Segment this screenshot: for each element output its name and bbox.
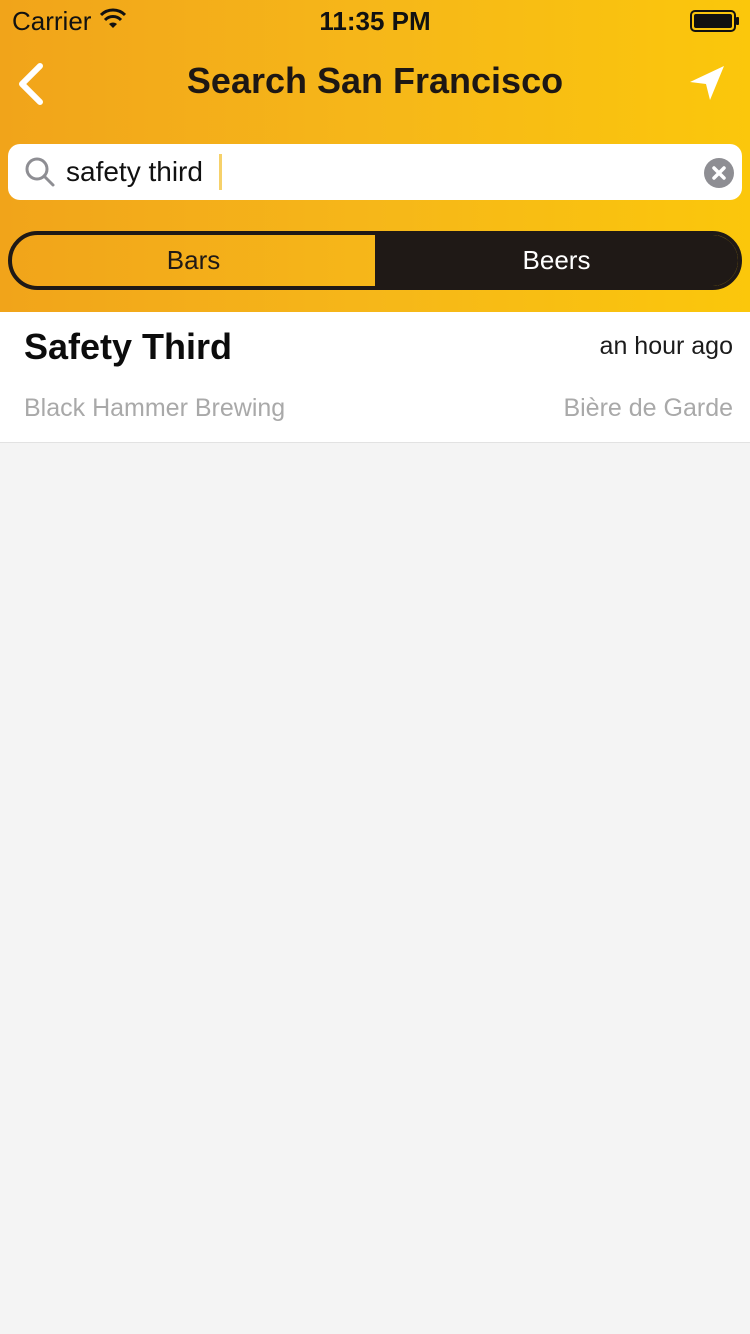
- search-input[interactable]: [66, 152, 676, 192]
- beer-style: Bière de Garde: [563, 394, 733, 422]
- tab-beers[interactable]: Beers: [375, 235, 738, 286]
- clear-search-button[interactable]: [704, 158, 734, 188]
- battery-icon: [690, 10, 739, 32]
- page-title: Search San Francisco: [186, 60, 564, 101]
- brewery-name: Black Hammer Brewing: [24, 394, 286, 422]
- text-cursor: [219, 154, 222, 190]
- beer-name: Safety Third: [24, 326, 233, 367]
- list-item[interactable]: Safety Third an hour ago Black Hammer Br…: [0, 312, 750, 443]
- tab-bars[interactable]: Bars: [12, 235, 375, 286]
- search-icon: [25, 157, 55, 187]
- location-button[interactable]: [684, 62, 730, 104]
- segmented-control: Bars Beers: [8, 231, 742, 290]
- timestamp: an hour ago: [599, 332, 733, 360]
- header: Carrier 11:35 PM Search San Francisco sa…: [0, 0, 750, 312]
- location-arrow-icon: [690, 66, 724, 100]
- status-time: 11:35 PM: [319, 6, 431, 36]
- status-bar: Carrier 11:35 PM: [0, 0, 750, 40]
- search-bar[interactable]: [8, 144, 742, 200]
